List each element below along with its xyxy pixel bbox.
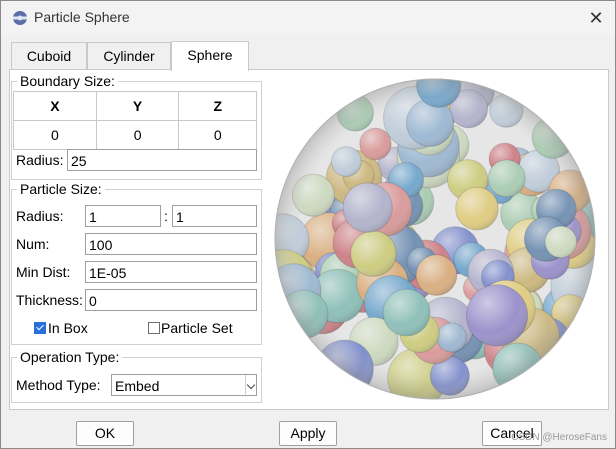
in-box-label: In Box bbox=[48, 320, 88, 336]
boundary-size-legend: Boundary Size: bbox=[20, 73, 115, 89]
particle-radius-min-input[interactable]: 1 bbox=[85, 205, 161, 227]
sphere-preview bbox=[269, 73, 601, 405]
method-type-select[interactable]: Embed bbox=[111, 374, 257, 397]
boundary-z-cell[interactable]: 0 bbox=[178, 120, 257, 150]
method-type-label: Method Type: bbox=[16, 377, 101, 393]
in-box-checkbox[interactable] bbox=[34, 322, 46, 334]
tab-sphere[interactable]: Sphere bbox=[171, 41, 249, 71]
close-button[interactable]: ✕ bbox=[583, 5, 609, 31]
particle-radius-label: Radius: bbox=[16, 208, 64, 224]
operation-type-legend: Operation Type: bbox=[20, 349, 120, 365]
chevron-down-icon[interactable] bbox=[245, 375, 256, 397]
watermark: CSDN @HeroseFans bbox=[511, 432, 607, 443]
boundary-radius-input[interactable]: 25 bbox=[67, 149, 257, 171]
min-dist-input[interactable]: 1E-05 bbox=[85, 261, 257, 283]
tab-cylinder[interactable]: Cylinder bbox=[87, 42, 171, 70]
particle-radius-max-input[interactable]: 1 bbox=[172, 205, 257, 227]
min-dist-label: Min Dist: bbox=[16, 264, 71, 280]
particle-size-legend: Particle Size: bbox=[20, 181, 102, 197]
thickness-input[interactable]: 0 bbox=[85, 289, 257, 311]
particle-set-label: Particle Set bbox=[161, 320, 233, 336]
title-bar: Particle Sphere ✕ bbox=[1, 1, 615, 35]
num-input[interactable]: 100 bbox=[85, 233, 257, 255]
window-title: Particle Sphere bbox=[34, 9, 130, 25]
particle-set-checkbox[interactable] bbox=[148, 322, 160, 334]
boundary-x-cell[interactable]: 0 bbox=[13, 120, 97, 150]
boundary-y-cell[interactable]: 0 bbox=[95, 120, 180, 150]
radius-separator: : bbox=[164, 208, 168, 224]
column-z-header: Z bbox=[178, 91, 257, 121]
thickness-label: Thickness: bbox=[16, 292, 83, 308]
column-y-header: Y bbox=[95, 91, 180, 121]
sphere-preview-graphic bbox=[274, 78, 596, 400]
app-icon bbox=[13, 11, 27, 25]
ok-button[interactable]: OK bbox=[76, 421, 134, 446]
column-x-header: X bbox=[13, 91, 97, 121]
particle-sphere-dialog: Particle Sphere ✕ Cuboid Cylinder Sphere… bbox=[0, 0, 616, 449]
tab-cuboid[interactable]: Cuboid bbox=[11, 42, 87, 70]
boundary-radius-label: Radius: bbox=[16, 152, 64, 168]
method-type-value: Embed bbox=[115, 378, 160, 394]
num-label: Num: bbox=[16, 236, 50, 252]
boundary-size-table: X Y Z 0 0 0 bbox=[13, 91, 257, 150]
apply-button[interactable]: Apply bbox=[279, 421, 337, 446]
